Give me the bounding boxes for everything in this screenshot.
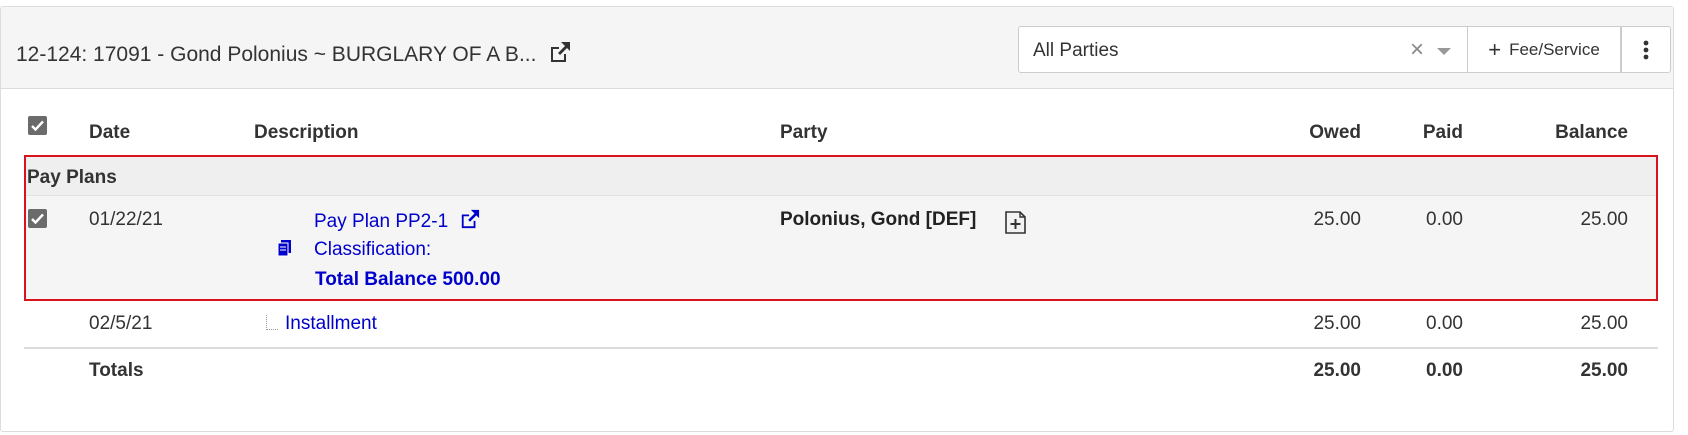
row-paid: 0.00 <box>1426 209 1463 230</box>
total-balance: Total Balance 500.00 <box>315 269 501 290</box>
group-header-row <box>26 157 1656 196</box>
installment-link[interactable]: Installment <box>285 313 377 335</box>
panel-header: 12-124: 17091 - Gond Polonius ~ BURGLARY… <box>1 7 1673 89</box>
installment-date: 02/5/21 <box>89 313 153 334</box>
column-header-owed[interactable]: Owed <box>1240 122 1361 144</box>
classification-label: Classification: <box>314 239 432 260</box>
checkbox-icon <box>31 120 44 132</box>
more-actions-button[interactable] <box>1621 26 1671 73</box>
checkbox-icon <box>31 213 44 225</box>
totals-divider <box>24 347 1658 349</box>
group-label: Pay Plans <box>27 167 117 188</box>
installment-balance: 25.00 <box>1580 313 1628 334</box>
column-header-party[interactable]: Party <box>780 122 828 144</box>
totals-paid: 0.00 <box>1426 360 1463 381</box>
external-link-icon[interactable] <box>459 209 481 235</box>
add-fee-service-button[interactable]: + Fee/Service <box>1468 26 1621 73</box>
totals-label: Totals <box>89 360 144 381</box>
totals-owed: 25.00 <box>1313 360 1361 381</box>
plus-icon: + <box>1488 36 1502 62</box>
chevron-down-icon[interactable] <box>1437 48 1451 55</box>
totals-balance: 25.00 <box>1580 360 1628 381</box>
column-header-date[interactable]: Date <box>89 122 130 144</box>
installment-owed: 25.00 <box>1313 313 1361 334</box>
pay-plan-link-text[interactable]: Pay Plan PP2-1 <box>314 211 448 232</box>
column-header-paid[interactable]: Paid <box>1380 122 1463 144</box>
column-header-balance[interactable]: Balance <box>1500 122 1628 144</box>
kebab-menu-icon <box>1643 40 1649 59</box>
tree-connector-icon <box>266 315 278 330</box>
documents-icon[interactable] <box>276 240 292 263</box>
clear-icon[interactable]: × <box>1410 36 1424 64</box>
installment-paid: 0.00 <box>1426 313 1463 334</box>
pay-plan-link[interactable]: Pay Plan PP2-1 <box>314 209 481 235</box>
row-balance: 25.00 <box>1580 209 1628 230</box>
row-owed: 25.00 <box>1313 209 1361 230</box>
party-filter-select[interactable]: All Parties × <box>1018 26 1468 73</box>
case-title-text: 12-124: 17091 - Gond Polonius ~ BURGLARY… <box>16 43 537 66</box>
column-header-description[interactable]: Description <box>254 122 359 144</box>
row-party[interactable]: Polonius, Gond [DEF] <box>780 209 976 231</box>
party-filter-value: All Parties <box>1033 40 1119 61</box>
row-checkbox[interactable] <box>28 209 47 228</box>
row-date: 01/22/21 <box>89 209 163 230</box>
add-note-icon[interactable] <box>1005 211 1026 239</box>
select-all-checkbox[interactable] <box>28 116 47 135</box>
fee-button-label: Fee/Service <box>1509 39 1600 59</box>
case-title: 12-124: 17091 - Gond Polonius ~ BURGLARY… <box>16 41 572 69</box>
external-link-icon[interactable] <box>548 41 572 69</box>
